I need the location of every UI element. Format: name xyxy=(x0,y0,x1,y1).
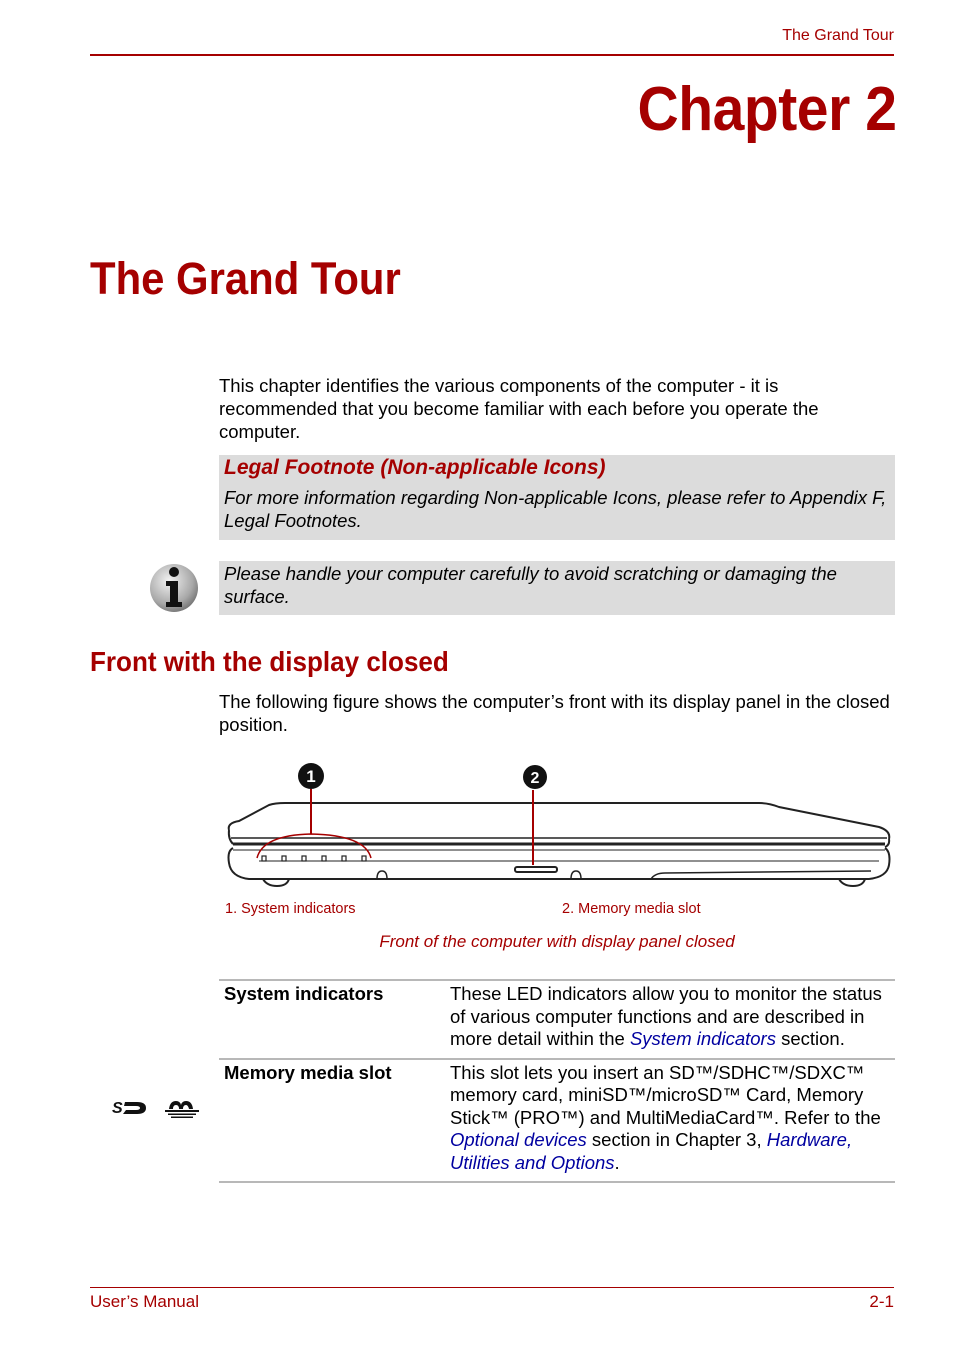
laptop-front-illustration: 1 2 xyxy=(227,763,891,888)
link-optional-devices[interactable]: Optional devices xyxy=(450,1129,587,1150)
sd-card-icon: S xyxy=(112,1100,146,1117)
callout-1-number: 1 xyxy=(306,767,315,786)
info-note-box: Please handle your computer carefully to… xyxy=(219,561,895,615)
footer-manual-title: User’s Manual xyxy=(90,1292,199,1311)
running-header: The Grand Tour xyxy=(782,27,894,44)
intro-paragraph: This chapter identifies the various comp… xyxy=(219,375,819,442)
info-icon xyxy=(148,561,200,613)
chapter-title: The Grand Tour xyxy=(90,253,401,304)
page-number: 2-1 xyxy=(869,1292,894,1311)
info-note-text: Please handle your computer carefully to… xyxy=(224,563,837,607)
spec-table: System indicators These LED indicators a… xyxy=(219,979,895,1183)
table-row: System indicators These LED indicators a… xyxy=(219,980,895,1059)
link-system-indicators[interactable]: System indicators xyxy=(630,1028,776,1049)
term-system-indicators: System indicators xyxy=(224,983,384,1004)
chapter-label: Chapter 2 xyxy=(637,75,896,144)
footer-rule xyxy=(90,1287,894,1288)
led-indicators xyxy=(261,855,367,862)
svg-text:S: S xyxy=(112,1100,123,1117)
table-row: Memory media slot This slot lets you ins… xyxy=(219,1058,895,1183)
term-memory-media-slot: Memory media slot xyxy=(224,1061,392,1083)
legal-footnote-text: For more information regarding Non-appli… xyxy=(224,487,887,531)
definition-text: section. xyxy=(775,1028,845,1049)
header-rule xyxy=(90,54,894,56)
definition-text: This slot lets you insert an SD™/SDHC™/S… xyxy=(450,1061,881,1128)
definition-text: . xyxy=(614,1151,620,1173)
definition-system-indicators: These LED indicators allow you to monito… xyxy=(444,980,895,1059)
section-title: Front with the display closed xyxy=(90,646,449,677)
legal-footnote-title: Legal Footnote (Non-applicable Icons) xyxy=(224,456,606,479)
callout-2-label: 2. Memory media slot xyxy=(562,901,701,917)
callout-1-label: 1. System indicators xyxy=(225,901,356,917)
definition-memory-media-slot: This slot lets you insert an SD™/SDHC™/S… xyxy=(444,1059,895,1183)
callout-2-number: 2 xyxy=(531,770,540,787)
memory-stick-icon xyxy=(165,1101,199,1118)
memory-card-icons: S xyxy=(110,1097,205,1119)
definition-text: section in Chapter 3, xyxy=(586,1129,767,1150)
figure-caption: Front of the computer with display panel… xyxy=(379,932,735,951)
laptop-front-figure: 1 2 xyxy=(219,755,899,895)
section-paragraph: The following figure shows the computer’… xyxy=(219,691,890,735)
legal-footnote-box: Legal Footnote (Non-applicable Icons) Fo… xyxy=(219,455,895,540)
